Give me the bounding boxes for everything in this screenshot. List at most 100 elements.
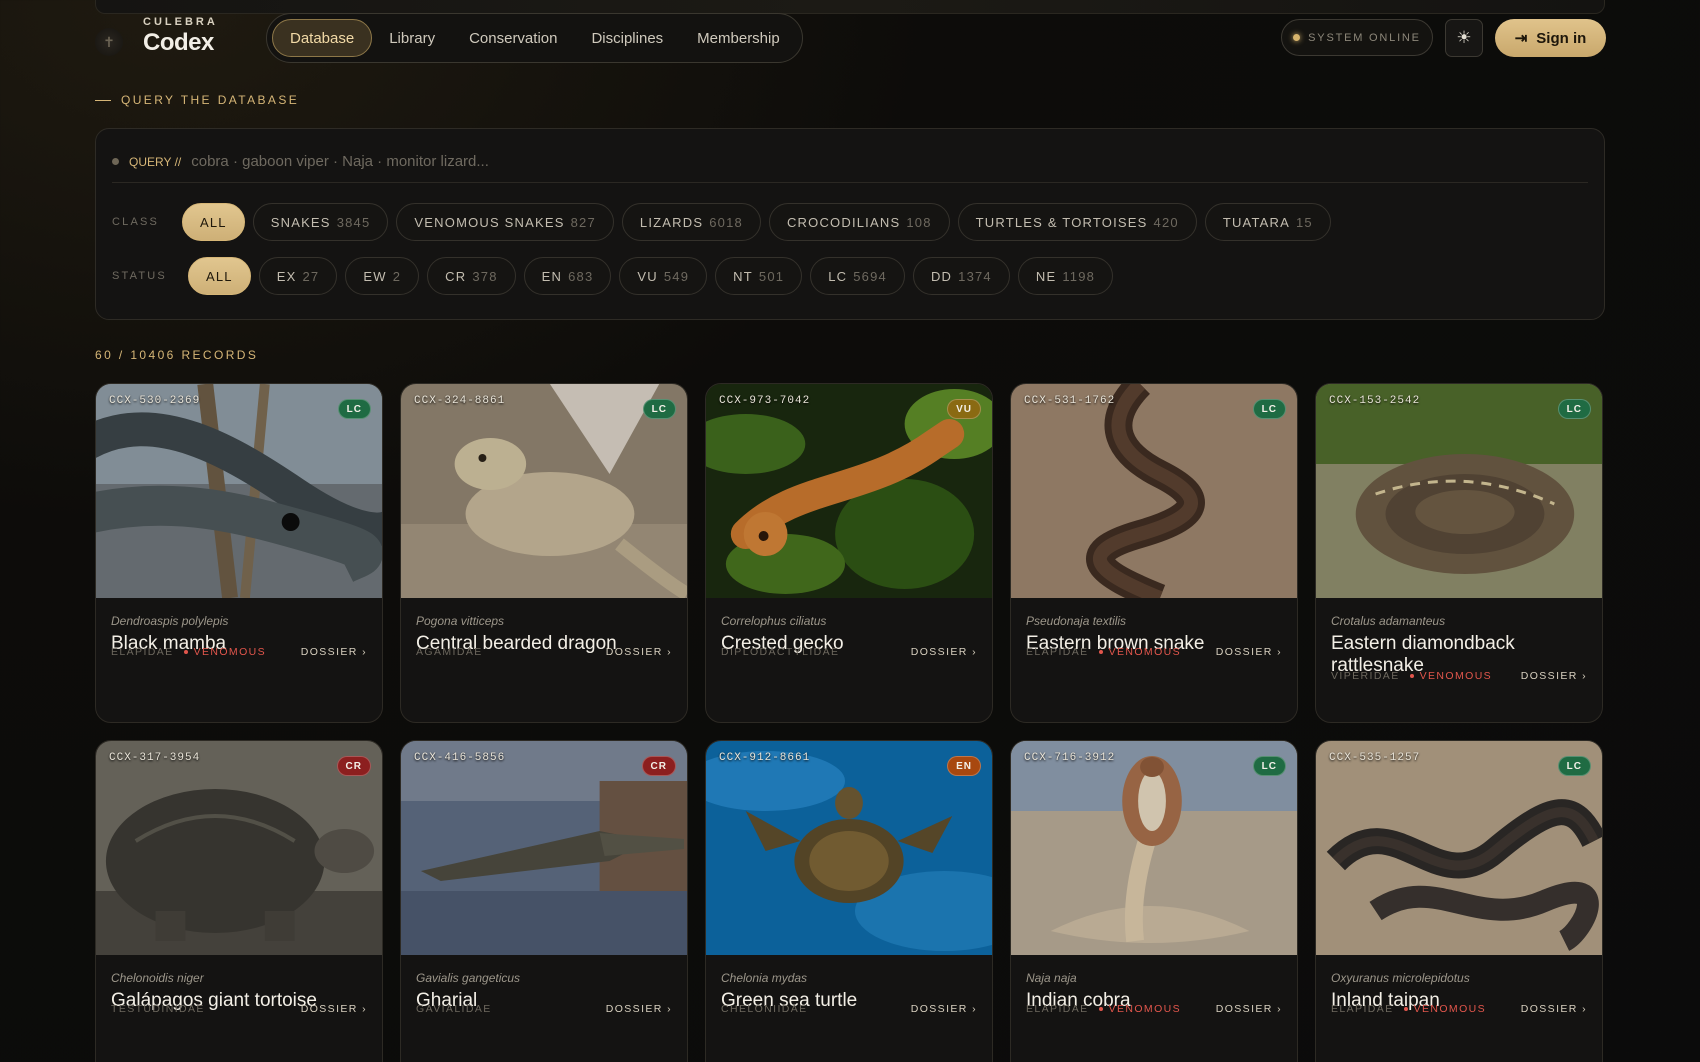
top-header: ✝ CULEBRA Codex Database Library Conserv…: [95, 13, 1606, 66]
species-card-crested-gecko[interactable]: CCX-973-7042 VU Correlophus ciliatus Creste…: [705, 383, 993, 723]
nav-tab-membership[interactable]: Membership: [680, 19, 797, 57]
status-badge: LC: [337, 399, 371, 419]
top-image-strip: [95, 0, 1605, 14]
chip-count: 683: [568, 268, 594, 284]
record-id: CCX-716-3912: [1024, 752, 1116, 764]
nav-tab-conservation[interactable]: Conservation: [452, 19, 574, 57]
species-card-eastern-diamondback-rattlesnake[interactable]: CCX-153-2542 LC Crotalus adamanteus Eastern…: [1315, 383, 1603, 723]
family-label: ELAPIDAE: [111, 646, 174, 658]
dossier-link[interactable]: DOSSIER ›: [301, 1003, 367, 1015]
class-chip-turtles-tortoises[interactable]: TURTLES & TORTOISES 420: [957, 203, 1197, 241]
dossier-link[interactable]: DOSSIER ›: [1521, 670, 1587, 682]
species-card-green-sea-turtle[interactable]: CCX-912-8661 EN Chelonia mydas Green sea tu…: [705, 740, 993, 1062]
record-id: CCX-973-7042: [719, 395, 811, 407]
species-card-gal-pagos-giant-tortoise[interactable]: CCX-317-3954 CR Chelonoidis niger Galápagos…: [95, 740, 383, 1062]
status-chip-lc[interactable]: LC 5694: [810, 257, 905, 295]
sign-in-label: Sign in: [1536, 29, 1587, 47]
record-id: CCX-530-2369: [109, 395, 201, 407]
brand-name[interactable]: Codex: [143, 29, 214, 57]
venomous-tag: VENOMOUS: [1098, 1003, 1182, 1015]
species-card-indian-cobra[interactable]: CCX-716-3912 LC Naja naja Indian cobra ELAPI…: [1010, 740, 1298, 1062]
section-label-text: QUERY THE DATABASE: [121, 93, 300, 107]
species-photo: CCX-716-3912 LC: [1011, 741, 1297, 955]
chip-label: TURTLES & TORTOISES: [975, 214, 1148, 230]
scientific-name: Chelonia mydas: [721, 971, 808, 985]
chip-count: 501: [758, 268, 785, 284]
status-chip-vu[interactable]: VU 549: [619, 257, 708, 295]
main-nav: Database Library Conservation Discipline…: [266, 13, 803, 63]
species-card-inland-taipan[interactable]: CCX-535-1257 LC Oxyuranus microlepidotus In…: [1315, 740, 1603, 1062]
species-photo: CCX-912-8661 EN: [706, 741, 992, 955]
sun-icon: ☀: [1456, 28, 1472, 47]
scientific-name: Gavialis gangeticus: [416, 971, 521, 985]
search-input[interactable]: [191, 153, 1588, 170]
logo-icon: ✝: [95, 28, 123, 56]
venomous-label: VENOMOUS: [1419, 670, 1493, 682]
dossier-link[interactable]: DOSSIER ›: [606, 646, 672, 658]
status-chip-ew[interactable]: EW 2: [345, 257, 420, 295]
chip-count: 15: [1295, 214, 1313, 230]
status-chip-ex[interactable]: EX 27: [258, 257, 338, 295]
dossier-link[interactable]: DOSSIER ›: [1216, 646, 1282, 658]
chip-count: 3845: [336, 214, 371, 230]
card-meta: VIPERIDAE VENOMOUS DOSSIER ›: [1331, 670, 1587, 682]
dossier-link[interactable]: DOSSIER ›: [1216, 1003, 1282, 1015]
family-label: CHELONIIDAE: [721, 1003, 808, 1015]
system-status-text: SYSTEM ONLINE: [1308, 31, 1421, 44]
venom-dot-icon: [1403, 1007, 1408, 1011]
dossier-link[interactable]: DOSSIER ›: [606, 1003, 672, 1015]
family-label: GAVIALIDAE: [416, 1003, 492, 1015]
status-chip-cr[interactable]: CR 378: [427, 257, 516, 295]
chip-count: 827: [570, 214, 596, 230]
sign-in-button[interactable]: ⇥ Sign in: [1495, 19, 1606, 57]
species-image: [1316, 384, 1602, 598]
nav-tab-database[interactable]: Database: [272, 19, 373, 57]
class-chip-snakes[interactable]: SNAKES 3845: [252, 203, 389, 241]
venomous-tag: VENOMOUS: [183, 646, 266, 658]
scientific-name: Pogona vitticeps: [416, 614, 505, 628]
chip-count: 1198: [1062, 268, 1096, 284]
venomous-tag: VENOMOUS: [1403, 1003, 1486, 1015]
species-card-central-bearded-dragon[interactable]: CCX-324-8861 LC Pogona vitticeps Central be…: [400, 383, 688, 723]
status-badge: CR: [641, 756, 676, 776]
nav-tab-disciplines[interactable]: Disciplines: [574, 19, 680, 57]
species-card-black-mamba[interactable]: CCX-530-2369 LC Dendroaspis polylepis Black…: [95, 383, 383, 723]
dossier-link[interactable]: DOSSIER ›: [301, 646, 367, 658]
nav-tab-library[interactable]: Library: [372, 19, 452, 57]
family-label: VIPERIDAE: [1331, 670, 1400, 682]
status-filter-row: STATUS ALL EX 27 EW 2 CR 378 EN 683 VU 549 NT 501 LC 5…: [112, 257, 1114, 295]
species-photo: CCX-535-1257 LC: [1316, 741, 1602, 955]
status-chip-nt[interactable]: NT 501: [715, 257, 803, 295]
dossier-link[interactable]: DOSSIER ›: [911, 1003, 977, 1015]
venom-dot-icon: [1098, 1007, 1103, 1011]
status-chip-ne[interactable]: NE 1198: [1017, 257, 1114, 295]
class-filter-label: CLASS: [112, 216, 160, 228]
class-chip-venomous-snakes[interactable]: VENOMOUS SNAKES 827: [396, 203, 614, 241]
card-meta: GAVIALIDAE DOSSIER ›: [416, 1003, 672, 1015]
status-chip-all[interactable]: ALL: [188, 257, 251, 295]
status-chip-en[interactable]: EN 683: [523, 257, 612, 295]
query-prefix: QUERY //: [129, 154, 182, 169]
theme-toggle-button[interactable]: ☀: [1445, 19, 1483, 57]
species-image: [1011, 741, 1297, 955]
status-chip-dd[interactable]: DD 1374: [912, 257, 1010, 295]
family-label: ELAPIDAE: [1026, 1003, 1089, 1015]
venomous-label: VENOMOUS: [1108, 1003, 1182, 1015]
dossier-link[interactable]: DOSSIER ›: [911, 646, 977, 658]
record-id: CCX-912-8661: [719, 752, 811, 764]
species-card-eastern-brown-snake[interactable]: CCX-531-1762 LC Pseudonaja textilis Eastern…: [1010, 383, 1298, 723]
dossier-link[interactable]: DOSSIER ›: [1521, 1003, 1587, 1015]
species-card-gharial[interactable]: CCX-416-5856 CR Gavialis gangeticus Gharial…: [400, 740, 688, 1062]
record-id: CCX-416-5856: [414, 752, 506, 764]
class-chip-lizards[interactable]: LIZARDS 6018: [621, 203, 761, 241]
family-label: DIPLODACTYLIDAE: [721, 646, 840, 658]
chip-count: 378: [472, 268, 498, 284]
venomous-tag: VENOMOUS: [1409, 670, 1493, 682]
class-chip-crocodilians[interactable]: CROCODILIANS 108: [768, 203, 950, 241]
class-chip-tuatara[interactable]: TUATARA 15: [1204, 203, 1331, 241]
scientific-name: Oxyuranus microlepidotus: [1331, 971, 1470, 985]
card-meta: ELAPIDAE VENOMOUS DOSSIER ›: [1331, 1003, 1587, 1015]
status-badge: LC: [642, 399, 676, 419]
venom-dot-icon: [1098, 650, 1103, 654]
class-chip-all[interactable]: ALL: [182, 203, 245, 241]
